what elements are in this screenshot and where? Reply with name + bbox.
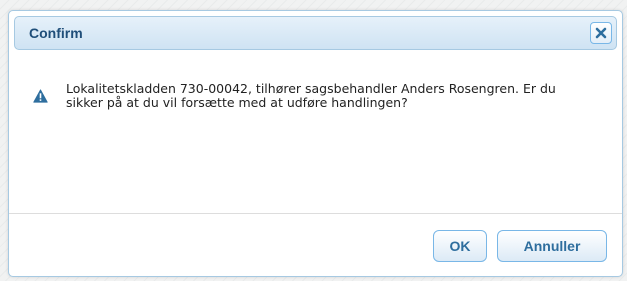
dialog-body: Lokalitetskladden 730-00042, tilhører sa…	[9, 51, 622, 213]
dialog-title: Confirm	[29, 25, 83, 41]
cancel-button[interactable]: Annuller	[497, 230, 607, 262]
close-icon	[595, 27, 607, 39]
dialog-button-pane: OK Annuller	[9, 213, 622, 277]
close-button[interactable]	[590, 22, 612, 44]
dialog-titlebar: Confirm	[14, 16, 617, 50]
dialog-message: Lokalitetskladden 730-00042, tilhører sa…	[66, 81, 556, 110]
ok-button[interactable]: OK	[433, 230, 487, 262]
confirm-dialog: Confirm Lokalitetskladden 730-00042, til…	[8, 10, 623, 277]
warning-icon	[33, 89, 48, 103]
